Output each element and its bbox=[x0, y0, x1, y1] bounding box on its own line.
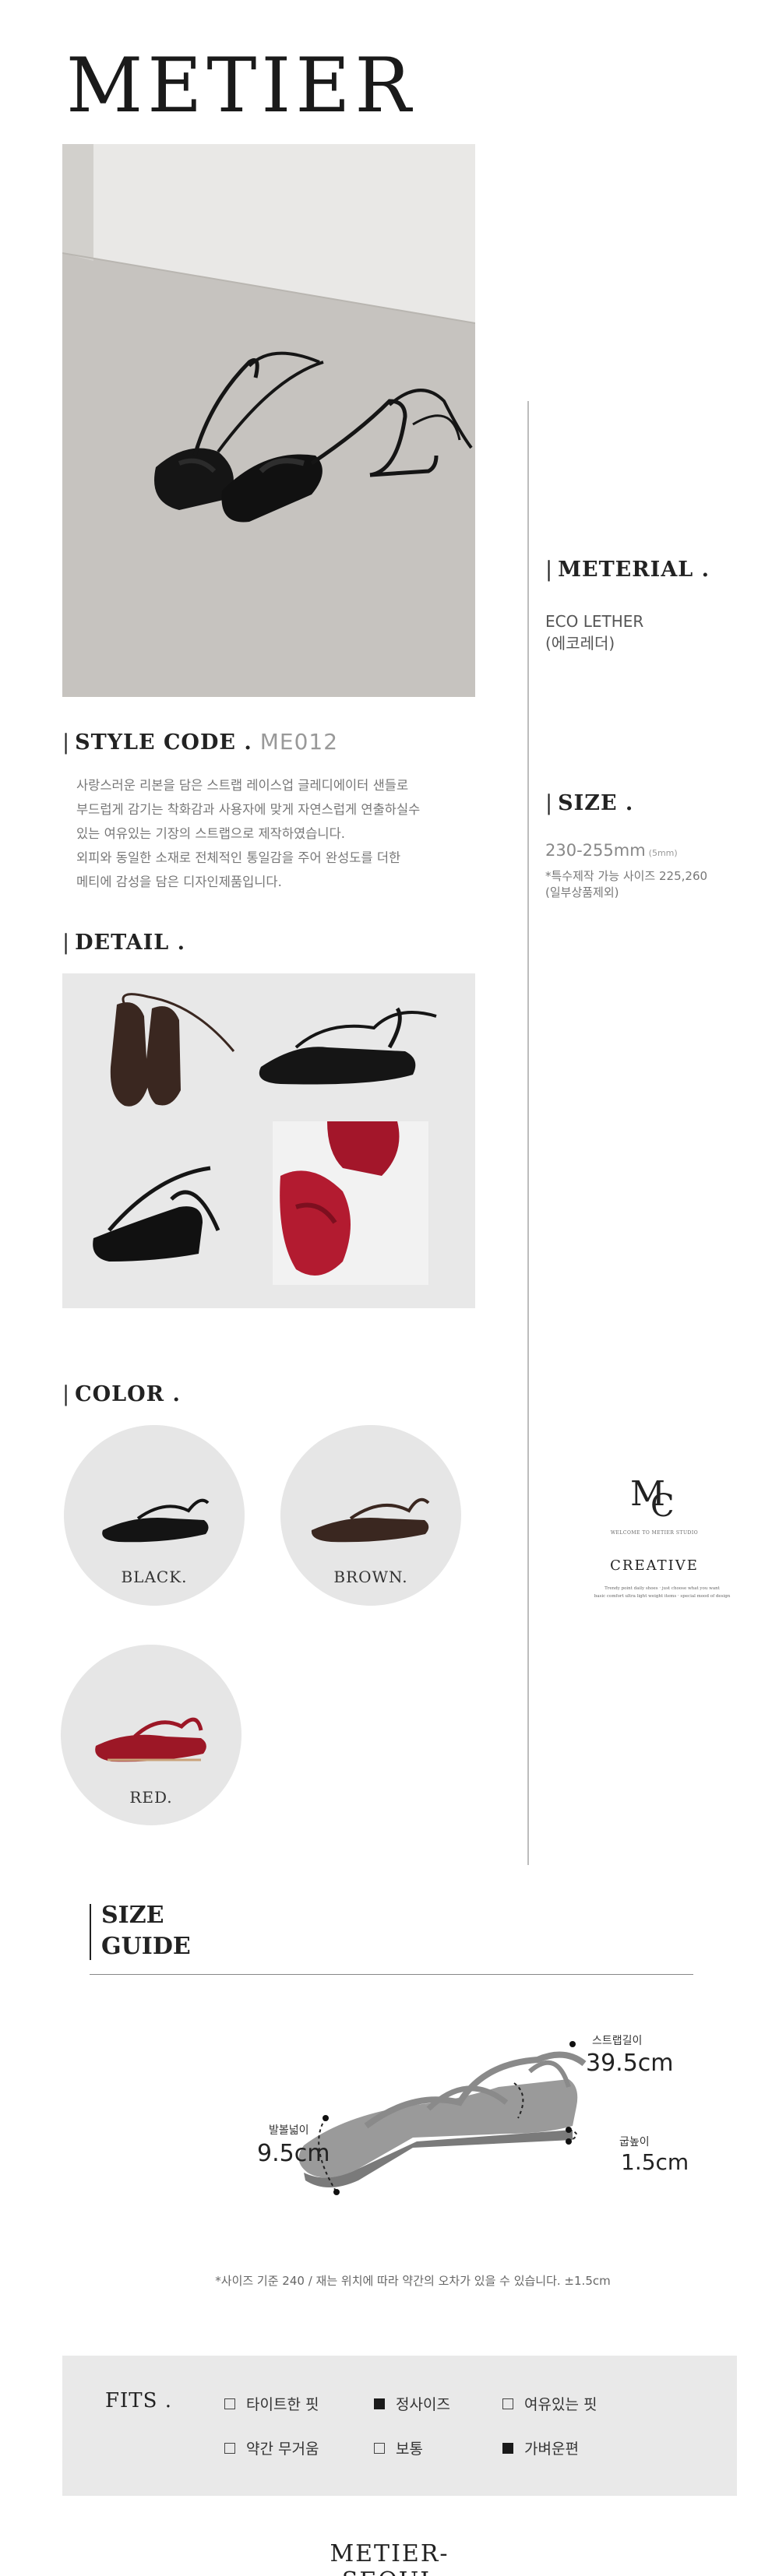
heel-height-value: 1.5cm bbox=[621, 2149, 689, 2175]
size-note: *특수제작 가능 사이즈 225,260 (일부상품제외) bbox=[545, 869, 708, 899]
material-text: ECO LETHER (에코레더) bbox=[545, 612, 644, 653]
size-guide-note: *사이즈 기준 240 / 재는 위치에 따라 약간의 오차가 있을 수 있습니… bbox=[215, 2274, 611, 2288]
mc-monogram-logo: M C bbox=[627, 1468, 682, 1524]
main-product-photo bbox=[62, 144, 475, 697]
foot-width-value: 9.5cm bbox=[257, 2140, 330, 2167]
foot-width-label: 발볼넓이 bbox=[269, 2124, 309, 2137]
fits-title: FITS . bbox=[105, 2389, 172, 2412]
checkbox-checked-icon bbox=[502, 2442, 513, 2454]
fits-panel bbox=[62, 2356, 737, 2496]
fit-option-tight: 타이트한 핏 bbox=[224, 2393, 319, 2414]
creative-subtitle: Trendy point daily shoes · just choose w… bbox=[594, 1586, 731, 1599]
checkbox-icon bbox=[374, 2442, 385, 2454]
color-label-brown: BROWN. bbox=[333, 1568, 408, 1586]
checkbox-icon bbox=[502, 2398, 513, 2409]
fit-option-normal: 보통 bbox=[374, 2437, 423, 2458]
color-label-red: RED. bbox=[129, 1788, 173, 1807]
size-guide-title: SIZE GUIDE bbox=[101, 1902, 191, 1960]
detail-photo-grid bbox=[62, 973, 475, 1308]
checkbox-checked-icon bbox=[374, 2398, 385, 2409]
brand-logo: METIER bbox=[66, 42, 416, 129]
footer-brand: METIER-SEOUL bbox=[288, 2540, 491, 2576]
size-guide-rule bbox=[90, 1974, 693, 1975]
color-label-black: BLACK. bbox=[121, 1568, 188, 1586]
checkbox-icon bbox=[224, 2442, 235, 2454]
detail-heading: | DETAIL . bbox=[62, 931, 186, 955]
right-column-divider bbox=[527, 401, 529, 1865]
fit-option-slightly-heavy: 약간 무거움 bbox=[224, 2437, 319, 2458]
creative-title: CREATIVE bbox=[610, 1557, 699, 1574]
style-code-heading: | STYLE CODE . ME012 bbox=[62, 729, 339, 755]
strap-length-value: 39.5cm bbox=[586, 2050, 674, 2077]
material-heading: | METERIAL . bbox=[545, 558, 710, 582]
color-heading: | COLOR . bbox=[62, 1382, 181, 1406]
heel-height-label: 굽높이 bbox=[619, 2136, 650, 2148]
strap-length-label: 스트랩길이 bbox=[592, 2035, 643, 2047]
style-code-value: ME012 bbox=[259, 729, 339, 755]
size-range: 230-255mm (5mm) bbox=[545, 841, 678, 860]
fit-option-true-size: 정사이즈 bbox=[374, 2393, 450, 2414]
size-heading: | SIZE . bbox=[545, 791, 634, 815]
product-description: 사랑스러운 리본을 담은 스트랩 레이스업 글레디에이터 샌들로 부드럽게 감기… bbox=[76, 778, 421, 889]
fit-option-loose: 여유있는 핏 bbox=[502, 2393, 597, 2414]
svg-text:C: C bbox=[650, 1488, 675, 1522]
size-guide-bar bbox=[90, 1904, 91, 1960]
checkbox-icon bbox=[224, 2398, 235, 2409]
welcome-text: WELCOME TO METIER STUDIO bbox=[610, 1530, 699, 1536]
fit-option-light: 가벼운편 bbox=[502, 2437, 579, 2458]
